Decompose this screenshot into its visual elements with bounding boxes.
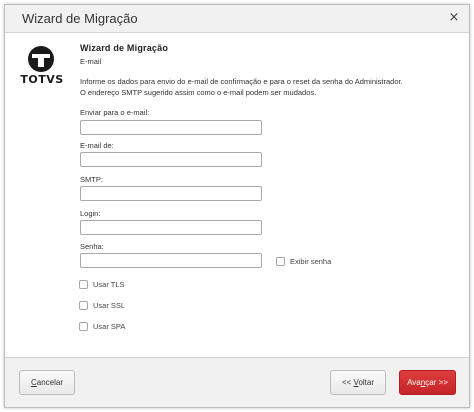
password-input[interactable] xyxy=(80,253,262,268)
info-text: Informe os dados para envio do e-mail de… xyxy=(80,76,450,98)
use-spa-label: Usar SPA xyxy=(93,322,126,331)
send-to-label: Enviar para o e-mail: xyxy=(80,108,150,117)
window-title: Wizard de Migração xyxy=(22,11,138,26)
back-button[interactable]: << Voltar xyxy=(330,370,386,395)
login-label: Login: xyxy=(80,209,101,218)
title-bar: Wizard de Migração × xyxy=(5,5,469,33)
logo-text: TOTVS xyxy=(20,73,64,86)
info-line-2: O endereço SMTP sugerido assim como o e-… xyxy=(80,88,317,97)
password-label: Senha: xyxy=(80,242,104,251)
use-ssl-checkbox[interactable] xyxy=(79,301,88,310)
use-ssl-label: Usar SSL xyxy=(93,301,126,310)
use-tls-label: Usar TLS xyxy=(93,280,125,289)
login-input[interactable] xyxy=(80,220,262,235)
back-label: oltar xyxy=(358,378,375,387)
smtp-label: SMTP: xyxy=(80,175,103,184)
next-prefix: Ava xyxy=(407,378,421,387)
migration-wizard-dialog: Wizard de Migração × TOTVS Wizard de Mig… xyxy=(4,4,470,408)
back-prefix: << xyxy=(341,378,354,387)
use-tls-checkbox[interactable] xyxy=(79,280,88,289)
dialog-footer: Cancelar << Voltar Avançar >> xyxy=(5,357,469,407)
close-icon[interactable]: × xyxy=(447,10,461,26)
email-from-label: E-mail de: xyxy=(80,141,114,150)
info-line-1: Informe os dados para envio do e-mail de… xyxy=(80,77,403,86)
page-title: Wizard de Migração xyxy=(80,43,169,53)
totvs-logo: TOTVS xyxy=(19,45,67,89)
page-subtitle: E-mail xyxy=(80,57,102,66)
email-from-input[interactable] xyxy=(80,152,262,167)
cancel-label: ancelar xyxy=(36,378,64,387)
use-spa-checkbox[interactable] xyxy=(79,322,88,331)
next-button[interactable]: Avançar >> xyxy=(399,370,456,395)
show-password-checkbox[interactable] xyxy=(276,257,285,266)
totvs-logo-icon xyxy=(28,46,54,72)
send-to-email-input[interactable] xyxy=(80,120,262,135)
show-password-label: Exibir senha xyxy=(290,257,332,266)
cancel-button[interactable]: Cancelar xyxy=(19,370,75,395)
next-label: çar >> xyxy=(425,378,448,387)
smtp-input[interactable] xyxy=(80,186,262,201)
